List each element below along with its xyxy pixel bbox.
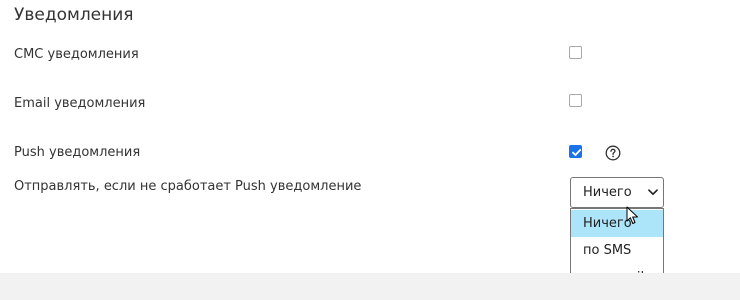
- footer-band: [0, 273, 740, 300]
- fallback-select-value: Ничего: [583, 185, 632, 200]
- email-notifications-checkbox[interactable]: [569, 94, 582, 107]
- sms-notifications-checkbox[interactable]: [569, 46, 582, 59]
- push-notifications-checkbox[interactable]: [569, 145, 582, 158]
- mouse-cursor-icon: [626, 206, 638, 224]
- fallback-select[interactable]: Ничего: [570, 177, 664, 208]
- chevron-down-icon: [648, 189, 658, 196]
- push-notifications-label: Push уведомления: [14, 145, 141, 160]
- section-title: Уведомления: [14, 5, 134, 25]
- option-nothing[interactable]: Ничего: [571, 210, 663, 237]
- checkmark-icon: [572, 149, 582, 156]
- fallback-label: Отправлять, если не сработает Push уведо…: [14, 179, 362, 194]
- sms-notifications-label: СМС уведомления: [14, 47, 139, 62]
- option-sms[interactable]: по SMS: [571, 237, 663, 264]
- question-circle-icon[interactable]: [605, 145, 621, 161]
- email-notifications-label: Email уведомления: [14, 96, 146, 111]
